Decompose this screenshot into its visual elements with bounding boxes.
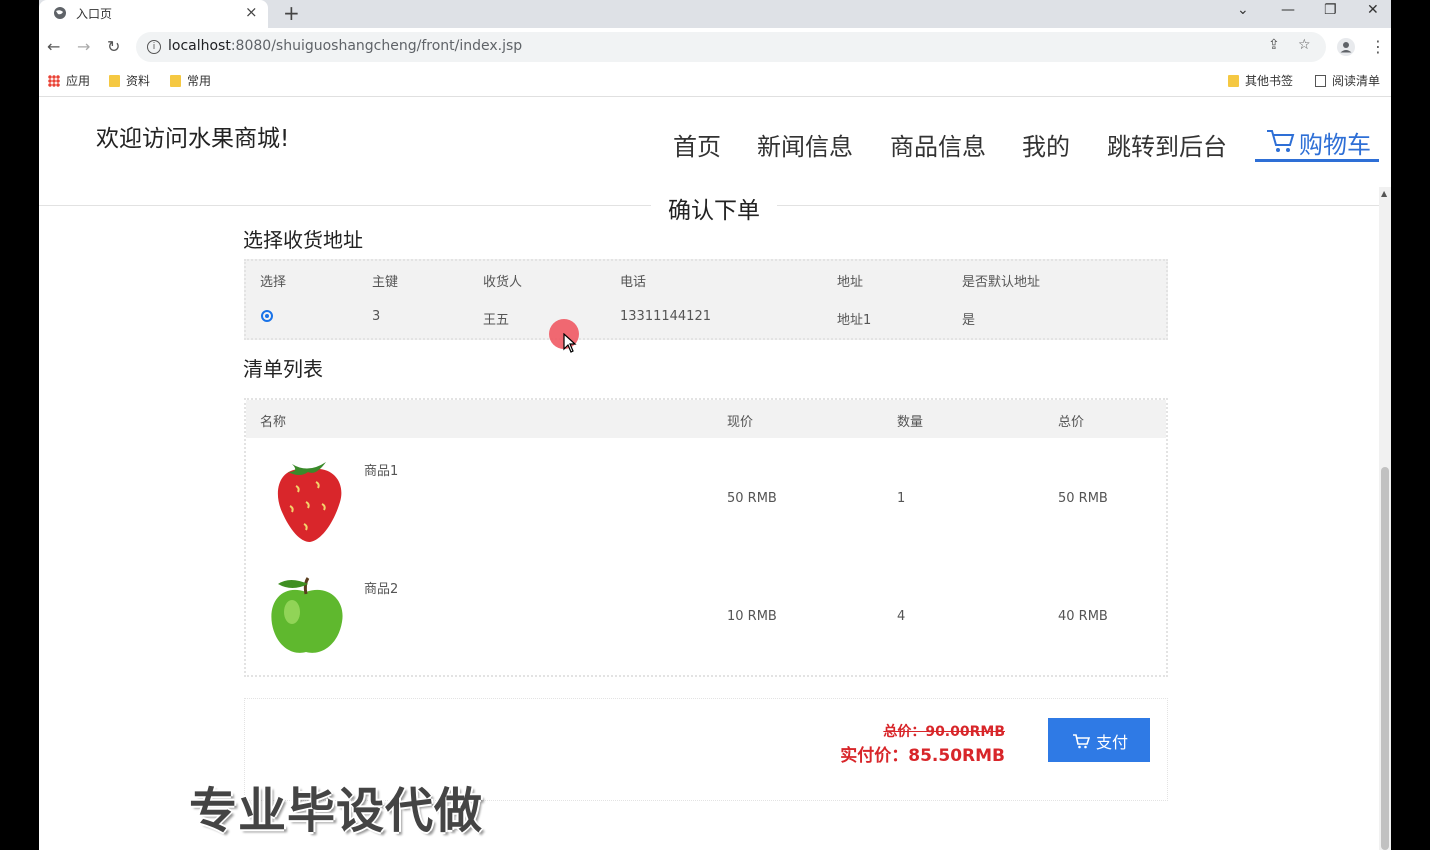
address-bar[interactable]: i localhost:8080/shuiguoshangcheng/front… xyxy=(136,32,1326,62)
reading-list[interactable]: 阅读清单 xyxy=(1315,72,1380,89)
url-text: localhost:8080/shuiguoshangcheng/front/i… xyxy=(168,38,523,54)
nav-admin[interactable]: 跳转到后台 xyxy=(1107,127,1227,162)
address-phone: 13311144121 xyxy=(620,309,711,324)
nav-mine[interactable]: 我的 xyxy=(1022,127,1070,162)
item-qty: 4 xyxy=(897,609,906,624)
forward-icon[interactable]: → xyxy=(77,37,90,56)
column-header: 地址 xyxy=(837,275,864,290)
folder-icon xyxy=(109,74,120,87)
scroll-thumb[interactable] xyxy=(1381,467,1389,850)
share-icon[interactable]: ⇪ xyxy=(1268,37,1280,53)
folder-icon xyxy=(1228,74,1239,87)
page-content: 欢迎访问水果商城! 首页 新闻信息 商品信息 我的 跳转到后台 购物车 确认下单… xyxy=(39,97,1391,850)
original-total: 总价：90.00RMB xyxy=(883,724,1005,740)
nav-home[interactable]: 首页 xyxy=(673,127,721,162)
column-header: 电话 xyxy=(620,275,647,290)
site-title: 欢迎访问水果商城! xyxy=(96,126,290,152)
nav-cart[interactable]: 购物车 xyxy=(1255,125,1379,162)
close-window-icon[interactable]: ✕ xyxy=(1367,2,1379,18)
star-icon[interactable]: ☆ xyxy=(1298,37,1311,53)
reload-icon[interactable]: ↻ xyxy=(107,37,120,56)
close-tab-icon[interactable]: × xyxy=(245,3,258,21)
tab-search-icon[interactable]: ⌄ xyxy=(1237,2,1249,18)
nav-news[interactable]: 新闻信息 xyxy=(757,127,853,162)
column-header: 收货人 xyxy=(483,275,523,290)
item-qty: 1 xyxy=(897,491,906,506)
green-apple-image xyxy=(271,577,343,653)
tab-title: 入口页 xyxy=(76,7,113,21)
menu-icon[interactable]: ⋮ xyxy=(1370,37,1386,56)
bookmark-folder-materials[interactable]: 资料 xyxy=(109,72,150,89)
column-header: 数量 xyxy=(897,415,924,430)
minimize-icon[interactable]: — xyxy=(1281,2,1295,18)
item-price: 50 RMB xyxy=(727,491,777,506)
browser-tab[interactable]: 入口页 × xyxy=(39,0,268,28)
item-name: 商品1 xyxy=(364,464,399,479)
restore-icon[interactable]: ❐ xyxy=(1324,2,1337,18)
cart-icon xyxy=(1073,734,1090,749)
table-header: 名称 现价 数量 总价 xyxy=(246,400,1166,438)
column-header: 主键 xyxy=(372,275,399,290)
info-icon[interactable]: i xyxy=(147,40,161,54)
address-table: 选择 主键 收货人 电话 地址 是否默认地址 3 王五 13311144121 … xyxy=(244,259,1168,340)
column-header: 现价 xyxy=(727,415,754,430)
address-radio[interactable] xyxy=(261,310,273,322)
browser-toolbar: ← → ↻ i localhost:8080/shuiguoshangcheng… xyxy=(39,28,1391,66)
pay-button[interactable]: 支付 xyxy=(1048,718,1150,762)
column-header: 是否默认地址 xyxy=(962,275,1041,290)
bookmark-folder-common[interactable]: 常用 xyxy=(170,72,211,89)
page-title: 确认下单 xyxy=(651,191,777,225)
apps-grid-icon xyxy=(48,74,60,87)
bookmark-other[interactable]: 其他书签 xyxy=(1228,72,1293,89)
back-icon[interactable]: ← xyxy=(47,37,60,56)
browser-window: 入口页 × + ⌄ — ❐ ✕ ← → ↻ i localhost:8080/s… xyxy=(39,0,1391,850)
item-total: 50 RMB xyxy=(1058,491,1108,506)
mouse-cursor-icon xyxy=(563,333,577,353)
nav-products[interactable]: 商品信息 xyxy=(890,127,986,162)
reading-list-icon xyxy=(1315,74,1326,87)
order-items-table: 名称 现价 数量 总价 商品1 50 RMB 1 50 RMB 商品2 10 R… xyxy=(244,398,1168,677)
address-text: 地址1 xyxy=(837,313,872,328)
profile-icon[interactable] xyxy=(1337,38,1355,56)
bookmarks-bar: 应用 资料 常用 其他书签 阅读清单 xyxy=(39,66,1391,97)
scroll-up-icon[interactable]: ▲ xyxy=(1381,189,1387,198)
list-section-title: 清单列表 xyxy=(243,357,323,381)
address-section-title: 选择收货地址 xyxy=(243,228,363,252)
page-scrollbar[interactable]: ▲ xyxy=(1379,187,1391,850)
column-header: 选择 xyxy=(260,275,287,290)
address-id: 3 xyxy=(372,309,381,324)
cart-icon xyxy=(1267,130,1295,152)
folder-icon xyxy=(170,74,181,87)
globe-icon xyxy=(54,7,66,19)
item-total: 40 RMB xyxy=(1058,609,1108,624)
new-tab-button[interactable]: + xyxy=(283,1,300,25)
bookmark-apps[interactable]: 应用 xyxy=(48,72,90,89)
address-receiver: 王五 xyxy=(483,313,510,328)
tab-strip: 入口页 × + ⌄ — ❐ ✕ xyxy=(39,0,1391,28)
paid-total: 实付价：85.50RMB xyxy=(840,746,1005,766)
strawberry-image xyxy=(277,454,342,542)
column-header: 名称 xyxy=(260,415,287,430)
address-default: 是 xyxy=(962,313,976,328)
item-name: 商品2 xyxy=(364,582,399,597)
watermark-text: 专业毕设代做 xyxy=(189,783,484,839)
column-header: 总价 xyxy=(1058,415,1085,430)
item-price: 10 RMB xyxy=(727,609,777,624)
